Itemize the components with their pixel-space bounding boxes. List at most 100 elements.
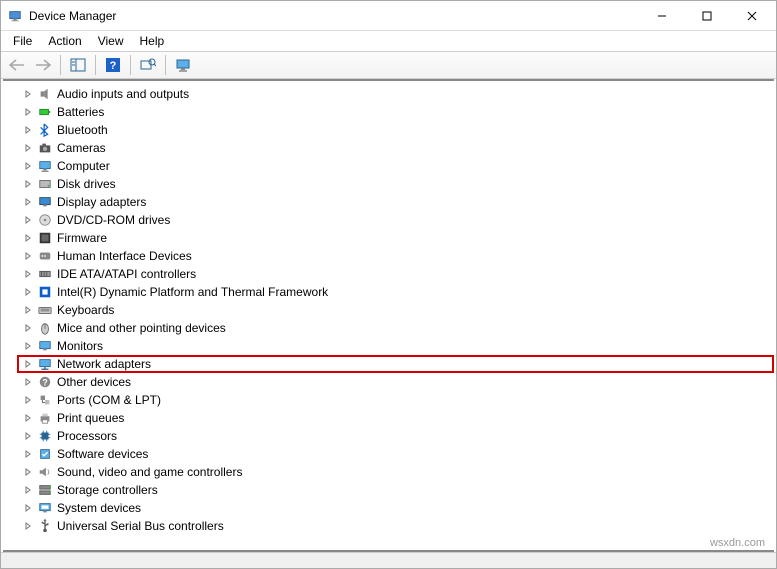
- tree-item-software[interactable]: Software devices: [21, 445, 774, 463]
- help-button[interactable]: ?: [101, 54, 125, 76]
- tree-item-label: Sound, video and game controllers: [57, 465, 242, 479]
- expand-chevron-icon[interactable]: [21, 159, 35, 173]
- tree-item-hid[interactable]: Human Interface Devices: [21, 247, 774, 265]
- tree-item-camera[interactable]: Cameras: [21, 139, 774, 157]
- svg-text:?: ?: [42, 378, 47, 388]
- tree-item-keyboard[interactable]: Keyboards: [21, 301, 774, 319]
- forward-button[interactable]: [31, 54, 55, 76]
- tree-item-label: Print queues: [57, 411, 124, 425]
- statusbar: [1, 552, 776, 568]
- tree-item-cdrom[interactable]: DVD/CD-ROM drives: [21, 211, 774, 229]
- tree-item-label: System devices: [57, 501, 141, 515]
- camera-icon: [37, 140, 53, 156]
- speaker-icon: [37, 86, 53, 102]
- menu-view[interactable]: View: [90, 32, 132, 50]
- expand-chevron-icon[interactable]: [21, 303, 35, 317]
- keyboard-icon: [37, 302, 53, 318]
- scan-hardware-button[interactable]: [136, 54, 160, 76]
- expand-chevron-icon[interactable]: [21, 375, 35, 389]
- other-icon: ?: [37, 374, 53, 390]
- tree-item-label: Cameras: [57, 141, 106, 155]
- software-icon: [37, 446, 53, 462]
- titlebar: Device Manager: [1, 1, 776, 31]
- minimize-button[interactable]: [639, 1, 684, 30]
- tree-item-mouse[interactable]: Mice and other pointing devices: [21, 319, 774, 337]
- tree-item-label: Intel(R) Dynamic Platform and Thermal Fr…: [57, 285, 328, 299]
- svg-text:?: ?: [110, 60, 117, 72]
- app-icon: [7, 8, 23, 24]
- expand-chevron-icon[interactable]: [21, 429, 35, 443]
- expand-chevron-icon[interactable]: [21, 141, 35, 155]
- tree-item-display[interactable]: Display adapters: [21, 193, 774, 211]
- show-hide-console-tree-button[interactable]: [66, 54, 90, 76]
- tree-item-printer[interactable]: Print queues: [21, 409, 774, 427]
- expand-chevron-icon[interactable]: [21, 285, 35, 299]
- expand-chevron-icon[interactable]: [21, 105, 35, 119]
- system-icon: [37, 500, 53, 516]
- menu-file[interactable]: File: [5, 32, 40, 50]
- intel-icon: [37, 284, 53, 300]
- tree-item-label: Monitors: [57, 339, 103, 353]
- menu-help[interactable]: Help: [132, 32, 173, 50]
- usb-icon: [37, 518, 53, 534]
- tree-item-ports[interactable]: Ports (COM & LPT): [21, 391, 774, 409]
- back-button[interactable]: [5, 54, 29, 76]
- expand-chevron-icon[interactable]: [21, 519, 35, 533]
- tree-item-bluetooth[interactable]: Bluetooth: [21, 121, 774, 139]
- tree-item-battery[interactable]: Batteries: [21, 103, 774, 121]
- expand-chevron-icon[interactable]: [21, 447, 35, 461]
- battery-icon: [37, 104, 53, 120]
- expand-chevron-icon[interactable]: [21, 411, 35, 425]
- expand-chevron-icon[interactable]: [21, 195, 35, 209]
- maximize-button[interactable]: [684, 1, 729, 30]
- expand-chevron-icon[interactable]: [21, 393, 35, 407]
- tree-item-firmware[interactable]: Firmware: [21, 229, 774, 247]
- ide-icon: [37, 266, 53, 282]
- monitor-button[interactable]: [171, 54, 195, 76]
- expand-chevron-icon[interactable]: [21, 123, 35, 137]
- expand-chevron-icon[interactable]: [21, 357, 35, 371]
- tree-item-label: Ports (COM & LPT): [57, 393, 161, 407]
- tree-item-label: Disk drives: [57, 177, 116, 191]
- device-tree-pane[interactable]: Audio inputs and outputs Batteries Bluetoo…: [3, 79, 774, 552]
- tree-item-network[interactable]: Network adapters: [17, 355, 774, 373]
- tree-item-usb[interactable]: Universal Serial Bus controllers: [21, 517, 774, 535]
- expand-chevron-icon[interactable]: [21, 321, 35, 335]
- tree-item-storage[interactable]: Storage controllers: [21, 481, 774, 499]
- tree-item-label: Processors: [57, 429, 117, 443]
- tree-item-label: IDE ATA/ATAPI controllers: [57, 267, 196, 281]
- tree-item-disk[interactable]: Disk drives: [21, 175, 774, 193]
- close-button[interactable]: [729, 1, 774, 30]
- tree-item-ide[interactable]: IDE ATA/ATAPI controllers: [21, 265, 774, 283]
- tree-item-label: Firmware: [57, 231, 107, 245]
- tree-item-monitor[interactable]: Monitors: [21, 337, 774, 355]
- mouse-icon: [37, 320, 53, 336]
- tree-item-cpu[interactable]: Processors: [21, 427, 774, 445]
- tree-item-intel[interactable]: Intel(R) Dynamic Platform and Thermal Fr…: [21, 283, 774, 301]
- toolbar: ?: [1, 51, 776, 79]
- display-icon: [37, 194, 53, 210]
- tree-item-system[interactable]: System devices: [21, 499, 774, 517]
- tree-item-label: Storage controllers: [57, 483, 158, 497]
- tree-item-other[interactable]: ? Other devices: [21, 373, 774, 391]
- expand-chevron-icon[interactable]: [21, 483, 35, 497]
- tree-item-speaker[interactable]: Audio inputs and outputs: [21, 85, 774, 103]
- expand-chevron-icon[interactable]: [21, 213, 35, 227]
- disk-icon: [37, 176, 53, 192]
- expand-chevron-icon[interactable]: [21, 501, 35, 515]
- tree-item-label: Other devices: [57, 375, 131, 389]
- expand-chevron-icon[interactable]: [21, 339, 35, 353]
- expand-chevron-icon[interactable]: [21, 465, 35, 479]
- expand-chevron-icon[interactable]: [21, 267, 35, 281]
- tree-item-sound[interactable]: Sound, video and game controllers: [21, 463, 774, 481]
- printer-icon: [37, 410, 53, 426]
- expand-chevron-icon[interactable]: [21, 87, 35, 101]
- tree-item-label: Batteries: [57, 105, 104, 119]
- computer-icon: [37, 158, 53, 174]
- expand-chevron-icon[interactable]: [21, 177, 35, 191]
- expand-chevron-icon[interactable]: [21, 249, 35, 263]
- device-manager-window: Device Manager File Action View Help ?: [0, 0, 777, 569]
- tree-item-computer[interactable]: Computer: [21, 157, 774, 175]
- menu-action[interactable]: Action: [40, 32, 89, 50]
- expand-chevron-icon[interactable]: [21, 231, 35, 245]
